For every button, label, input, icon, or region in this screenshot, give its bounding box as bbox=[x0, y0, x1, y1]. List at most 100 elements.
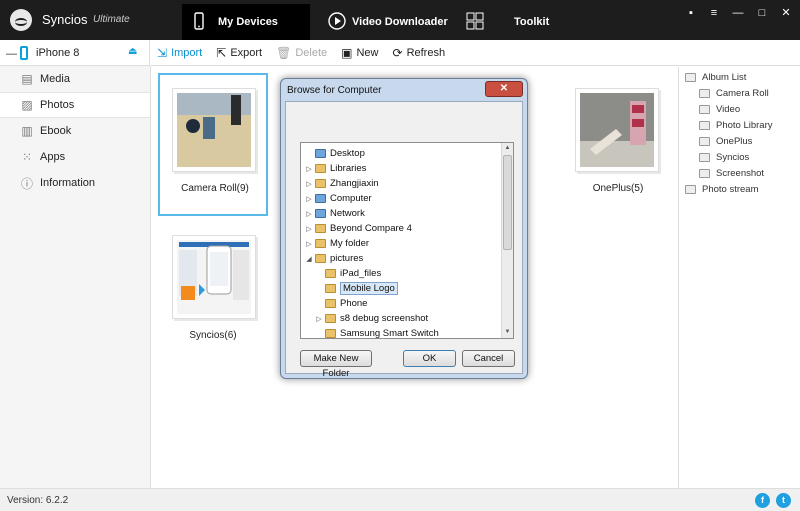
device-name: iPhone 8 bbox=[36, 47, 80, 59]
sidebar-item-information[interactable]: ⓘ Information bbox=[0, 170, 150, 196]
tab-my-devices-label: My Devices bbox=[218, 16, 278, 28]
refresh-button[interactable]: ⟳ Refresh bbox=[393, 46, 446, 60]
album-oneplus[interactable]: OnePlus(5) bbox=[563, 75, 673, 218]
trash-icon: 🗑 bbox=[276, 45, 292, 60]
album-list-icon bbox=[685, 72, 696, 82]
tab-video-downloader[interactable]: Video Downloader bbox=[322, 4, 454, 40]
tree-item-desktop[interactable]: Desktop bbox=[305, 146, 365, 161]
tree-item-pictures[interactable]: ◢ pictures bbox=[305, 251, 363, 266]
tree-item-my-folder[interactable]: ▷ My folder bbox=[305, 236, 369, 251]
folder-tree[interactable]: Desktop ▷ Libraries ▷ Zhangjiaxin ▷ Comp… bbox=[300, 142, 514, 339]
device-header[interactable]: — iPhone 8 ⏏ bbox=[0, 40, 150, 66]
tree-scrollbar[interactable]: ▲ ▼ bbox=[501, 143, 513, 338]
cancel-button[interactable]: Cancel bbox=[462, 350, 515, 367]
sidebar-item-media[interactable]: ▤ Media bbox=[0, 66, 150, 92]
folder-icon bbox=[325, 299, 336, 308]
export-button[interactable]: ⇱ Export bbox=[216, 46, 262, 60]
desktop-icon bbox=[315, 149, 326, 158]
album-list-item-label: Syncios bbox=[716, 151, 750, 163]
album-list-item-camera-roll[interactable]: Camera Roll bbox=[679, 85, 800, 101]
tree-item-beyond-compare[interactable]: ▷ Beyond Compare 4 bbox=[305, 221, 412, 236]
album-list-item-label: Photo Library bbox=[716, 119, 773, 131]
sidebar-item-photos[interactable]: ▨ Photos bbox=[0, 92, 150, 118]
album-camera-roll[interactable]: Camera Roll(9) bbox=[158, 73, 268, 216]
tree-item-libraries[interactable]: ▷ Libraries bbox=[305, 161, 366, 176]
tab-my-devices[interactable]: My Devices bbox=[182, 4, 310, 40]
album-list-item-video[interactable]: Video bbox=[679, 101, 800, 117]
ebook-icon: ▥ bbox=[21, 124, 33, 138]
tree-item-phone[interactable]: Phone bbox=[315, 296, 367, 311]
menu-icon[interactable]: ≡ bbox=[707, 6, 721, 20]
twitter-icon[interactable]: t bbox=[776, 493, 791, 508]
expand-arrow-icon[interactable]: ▷ bbox=[305, 165, 313, 173]
album-list-item-label: Video bbox=[716, 103, 741, 115]
collapse-arrow-icon[interactable]: ◢ bbox=[305, 255, 313, 263]
scroll-down-icon[interactable]: ▼ bbox=[502, 327, 513, 338]
tree-item-s8-debug[interactable]: ▷ s8 debug screenshot bbox=[315, 311, 428, 326]
expand-arrow-icon[interactable]: ▷ bbox=[305, 210, 313, 218]
folder-icon bbox=[315, 224, 326, 233]
album-list-item-photo-library[interactable]: Photo Library bbox=[679, 117, 800, 133]
user-folder-icon bbox=[315, 179, 326, 188]
tree-item-mobile-logo[interactable]: Mobile Logo bbox=[315, 281, 398, 296]
new-button[interactable]: ▣ New bbox=[341, 46, 378, 60]
browse-for-computer-dialog: Browse for Computer ✕ Desktop ▷ Librarie… bbox=[280, 78, 528, 379]
sidebar-item-apps[interactable]: ⁙ Apps bbox=[0, 144, 150, 170]
sidebar: ▤ Media ▨ Photos ▥ Ebook ⁙ Apps ⓘ Inform… bbox=[0, 66, 151, 488]
title-bar: Syncios Ultimate My Devices Video Downlo… bbox=[0, 0, 800, 40]
delete-button[interactable]: 🗑 Delete bbox=[276, 46, 327, 60]
album-list-item-syncios[interactable]: Syncios bbox=[679, 149, 800, 165]
album-icon bbox=[699, 168, 710, 178]
dialog-title: Browse for Computer bbox=[287, 85, 382, 96]
album-list-root[interactable]: Album List bbox=[679, 69, 800, 85]
album-label: OnePlus(5) bbox=[592, 183, 644, 194]
delete-label: Delete bbox=[295, 46, 328, 59]
tree-item-label: Network bbox=[330, 208, 365, 219]
album-thumbnail bbox=[172, 88, 256, 172]
libraries-icon bbox=[315, 164, 326, 173]
expand-arrow-icon[interactable]: ▷ bbox=[305, 225, 313, 233]
folder-icon bbox=[315, 239, 326, 248]
tree-item-user[interactable]: ▷ Zhangjiaxin bbox=[305, 176, 378, 191]
refresh-icon: ⟳ bbox=[392, 45, 403, 60]
computer-icon bbox=[315, 194, 326, 203]
scroll-thumb[interactable] bbox=[503, 155, 512, 250]
make-new-folder-button[interactable]: Make New Folder bbox=[300, 350, 372, 379]
album-syncios[interactable]: Syncios(6) bbox=[158, 222, 268, 342]
expand-arrow-icon[interactable]: ▷ bbox=[305, 180, 313, 188]
scroll-up-icon[interactable]: ▲ bbox=[502, 143, 513, 154]
tab-toolkit[interactable]: Toolkit bbox=[462, 4, 562, 40]
expand-arrow-icon[interactable]: ▷ bbox=[305, 240, 313, 248]
photo-stream-icon bbox=[685, 184, 696, 194]
album-list-photo-stream[interactable]: Photo stream bbox=[679, 181, 800, 197]
close-icon[interactable]: ✕ bbox=[779, 6, 793, 20]
import-button[interactable]: ⇲ Import bbox=[157, 46, 202, 60]
ok-button[interactable]: OK bbox=[403, 350, 456, 367]
facebook-icon[interactable]: f bbox=[755, 493, 770, 508]
album-label: Syncios(6) bbox=[189, 330, 237, 341]
tree-item-label: Computer bbox=[330, 193, 372, 204]
tree-item-ipad-files[interactable]: iPad_files bbox=[315, 266, 381, 281]
eject-icon[interactable]: ⏏ bbox=[128, 46, 137, 57]
photos-icon: ▨ bbox=[21, 98, 33, 112]
tree-item-samsung-smart-switch[interactable]: Samsung Smart Switch bbox=[315, 326, 439, 338]
syncios-logo-icon bbox=[10, 9, 32, 31]
maximize-icon[interactable]: □ bbox=[755, 6, 769, 20]
import-icon: ⇲ bbox=[157, 45, 168, 60]
album-list-item-screenshot[interactable]: Screenshot bbox=[679, 165, 800, 181]
tree-item-network[interactable]: ▷ Network bbox=[305, 206, 365, 221]
tree-item-computer[interactable]: ▷ Computer bbox=[305, 191, 372, 206]
phone-icon bbox=[194, 11, 204, 33]
feedback-icon[interactable]: ▪ bbox=[684, 6, 698, 20]
album-list-label: Album List bbox=[702, 71, 747, 83]
album-icon bbox=[699, 120, 710, 130]
import-label: Import bbox=[171, 46, 203, 59]
sidebar-item-ebook[interactable]: ▥ Ebook bbox=[0, 118, 150, 144]
collapse-icon[interactable]: — bbox=[6, 48, 17, 60]
album-list-item-oneplus[interactable]: OnePlus bbox=[679, 133, 800, 149]
expand-arrow-icon[interactable]: ▷ bbox=[305, 195, 313, 203]
minimize-icon[interactable]: — bbox=[731, 6, 745, 20]
expand-arrow-icon[interactable]: ▷ bbox=[315, 315, 323, 323]
dialog-close-button[interactable]: ✕ bbox=[485, 81, 523, 97]
camera-icon bbox=[699, 88, 710, 98]
